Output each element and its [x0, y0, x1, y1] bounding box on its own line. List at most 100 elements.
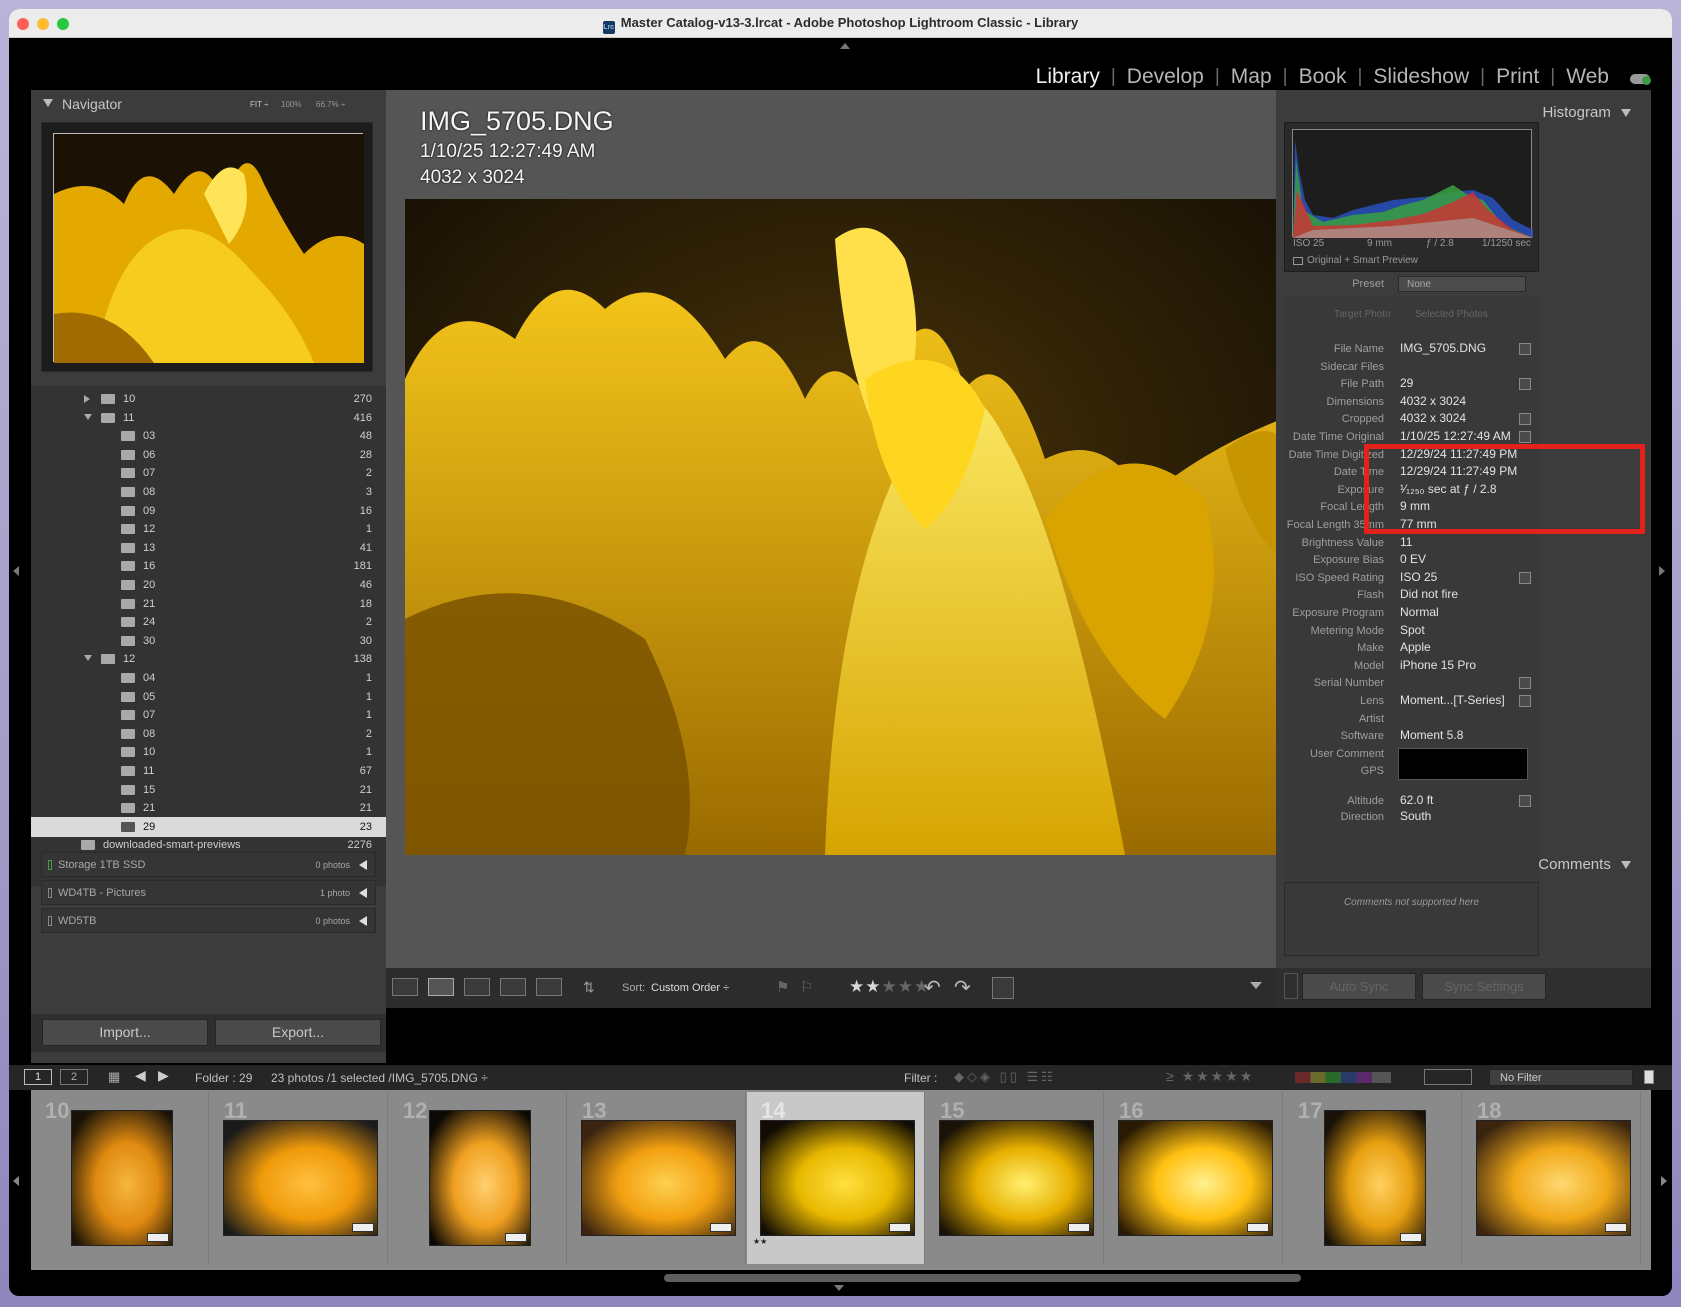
secondary-window-button[interactable]: 2	[60, 1069, 88, 1085]
thumbnail-badge-icon[interactable]	[710, 1223, 732, 1232]
folder-row[interactable]: 07 2	[31, 463, 386, 483]
gps-map-field[interactable]	[1398, 748, 1528, 781]
volume-wd5tb[interactable]: WD5TB 0 photos	[41, 908, 376, 933]
filmstrip-cell[interactable]: 12	[389, 1092, 567, 1264]
folder-row[interactable]: 24 2	[31, 612, 386, 632]
import-button[interactable]: Import...	[42, 1019, 208, 1046]
metadata-value[interactable]: South	[1400, 809, 1431, 823]
histogram-graph[interactable]	[1292, 129, 1533, 238]
folder-row[interactable]: 04 1	[31, 668, 386, 688]
metadata-value[interactable]: 29	[1400, 376, 1413, 390]
auto-sync-button[interactable]: Auto Sync	[1302, 973, 1416, 1000]
color-label-filter[interactable]	[1295, 1072, 1391, 1083]
rotate-left-icon[interactable]: ↶	[924, 975, 941, 1000]
forward-arrow-icon[interactable]: ▶	[158, 1067, 169, 1084]
grid-icon[interactable]: ▦	[108, 1069, 120, 1085]
module-book[interactable]: Book	[1288, 65, 1358, 89]
module-develop[interactable]: Develop	[1116, 65, 1215, 89]
folder-row[interactable]: 11 416	[31, 408, 386, 428]
folder-row[interactable]: 05 1	[31, 687, 386, 707]
rotate-right-icon[interactable]: ↷	[954, 975, 971, 1000]
flag-icon[interactable]: ⚑	[776, 978, 789, 996]
filmstrip-scrollbar[interactable]	[664, 1274, 1301, 1282]
export-button[interactable]: Export...	[215, 1019, 381, 1046]
module-print[interactable]: Print	[1485, 65, 1550, 89]
bottom-panel-toggle-icon[interactable]	[834, 1285, 844, 1291]
folder-row[interactable]: 15 21	[31, 780, 386, 800]
photo-thumbnail[interactable]	[71, 1110, 173, 1246]
photo-thumbnail[interactable]	[581, 1120, 736, 1236]
metadata-value[interactable]: Apple	[1400, 640, 1431, 654]
folder-row[interactable]: 06 28	[31, 445, 386, 465]
filter-presets-icon[interactable]	[1424, 1069, 1472, 1085]
filter-lock-icon[interactable]	[1644, 1070, 1654, 1084]
filmstrip-cell[interactable]: 10	[31, 1092, 209, 1264]
folder-row[interactable]: 03 48	[31, 426, 386, 446]
navigator-header[interactable]: Navigator FIT ÷ 100% 66.7% ÷	[31, 90, 386, 116]
sync-settings-button[interactable]: Sync Settings	[1422, 973, 1546, 1000]
comments-header[interactable]: Comments	[1538, 856, 1631, 873]
filmstrip-cell[interactable]: 18	[1463, 1092, 1641, 1264]
disclosure-open-icon[interactable]	[84, 413, 92, 420]
star-rating[interactable]: ★★★★★	[849, 977, 930, 997]
filmstrip-cell[interactable]: 13	[568, 1092, 746, 1264]
metadata-value[interactable]: Spot	[1400, 623, 1425, 637]
sync-toggle-switch[interactable]	[1284, 973, 1298, 999]
filmstrip-cell[interactable]: 14 ★★	[747, 1092, 925, 1264]
metadata-value[interactable]: Normal	[1400, 605, 1439, 619]
filter-preset-select[interactable]: No Filter	[1489, 1069, 1633, 1086]
folder-row[interactable]: 21 21	[31, 798, 386, 818]
target-photo-tab[interactable]: Target Photo	[1334, 309, 1391, 320]
collapse-triangle-icon[interactable]	[43, 99, 53, 107]
photo-thumbnail[interactable]	[429, 1110, 531, 1246]
metadata-value[interactable]: 11	[1400, 535, 1412, 549]
rating-star-icon[interactable]: ★	[865, 977, 881, 996]
metadata-action-icon[interactable]	[1519, 378, 1531, 391]
photo-thumbnail[interactable]	[223, 1120, 378, 1236]
metadata-value[interactable]: 4032 x 3024	[1400, 394, 1466, 408]
photo-thumbnail[interactable]	[760, 1120, 915, 1236]
survey-view-icon[interactable]	[500, 978, 526, 996]
metadata-value[interactable]: iPhone 15 Pro	[1400, 658, 1476, 672]
navigator-preview[interactable]	[41, 122, 373, 372]
metadata-action-icon[interactable]	[1519, 795, 1531, 807]
folder-row[interactable]: 10 1	[31, 742, 386, 762]
source-folder[interactable]: Folder : 29	[195, 1071, 252, 1085]
metadata-action-icon[interactable]	[1519, 677, 1531, 690]
metadata-action-icon[interactable]	[1519, 431, 1531, 443]
metadata-value[interactable]: ISO 25	[1400, 570, 1437, 584]
folder-row[interactable]: 20 46	[31, 575, 386, 595]
crop-frame-icon[interactable]	[992, 977, 1014, 999]
volume-wd4tb-pictures[interactable]: WD4TB - Pictures 1 photo	[41, 880, 376, 905]
top-panel-toggle-icon[interactable]	[840, 43, 850, 49]
folder-row[interactable]: 07 1	[31, 705, 386, 725]
collapse-triangle-icon[interactable]	[1621, 109, 1631, 117]
collapse-triangle-icon[interactable]	[1621, 861, 1631, 869]
thumbnail-badge-icon[interactable]	[1605, 1223, 1627, 1232]
thumbnail-badge-icon[interactable]	[505, 1233, 527, 1242]
module-map[interactable]: Map	[1220, 65, 1283, 89]
metadata-action-icon[interactable]	[1519, 695, 1531, 707]
metadata-value[interactable]: Did not fire	[1400, 587, 1458, 601]
thumbnail-badge-icon[interactable]	[889, 1223, 911, 1232]
thumbnail-badge-icon[interactable]	[352, 1223, 374, 1232]
folder-row[interactable]: 12 1	[31, 519, 386, 539]
filmstrip-scroll-left-icon[interactable]	[13, 1176, 19, 1186]
selection-status[interactable]: 23 photos /1 selected /IMG_5705.DNG ÷	[271, 1071, 488, 1085]
metadata-action-icon[interactable]	[1519, 413, 1531, 426]
compare-view-icon[interactable]	[464, 978, 490, 996]
sort-order-select[interactable]: Custom Order ÷	[651, 982, 729, 994]
preset-select[interactable]: None	[1398, 276, 1526, 292]
primary-window-button[interactable]: 1	[24, 1069, 52, 1085]
people-view-icon[interactable]	[536, 978, 562, 996]
loupe-view-icon[interactable]	[428, 978, 454, 996]
main-photo[interactable]	[405, 199, 1282, 855]
folder-row[interactable]: 12 138	[31, 649, 386, 669]
back-arrow-icon[interactable]: ◀	[135, 1067, 146, 1084]
right-panel-toggle-icon[interactable]	[1659, 566, 1665, 576]
toolbar-menu-icon[interactable]	[1250, 982, 1262, 989]
metadata-value[interactable]: 4032 x 3024	[1400, 411, 1466, 425]
histogram-header[interactable]: Histogram	[1542, 104, 1631, 121]
sort-direction-icon[interactable]: ⇅	[583, 979, 595, 996]
rating-star-icon[interactable]: ★	[882, 977, 898, 996]
